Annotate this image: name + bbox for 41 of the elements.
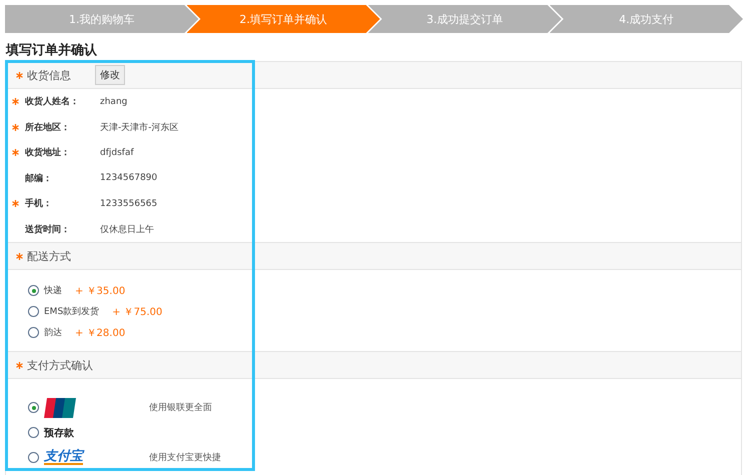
radio-button[interactable] [28, 285, 39, 296]
radio-button[interactable] [28, 402, 39, 413]
radio-button[interactable] [28, 452, 39, 463]
field-label: 所在地区： [25, 121, 71, 134]
field-value: 1234567890 [100, 173, 158, 184]
field-value: 仅休息日上午 [100, 224, 154, 236]
radio-button[interactable] [28, 306, 39, 317]
card-logo-icon [44, 398, 76, 418]
payment-logo[interactable]: 支付宝 [44, 450, 83, 465]
option-label[interactable]: 预存款 [44, 426, 74, 440]
option-label[interactable]: EMS款到发货 [44, 305, 100, 318]
field-value: zhang [100, 96, 128, 107]
progress-step: 3.成功提交订单 [368, 5, 562, 33]
progress-step: 1.我的购物车 [5, 5, 198, 33]
section-title: 配送方式 [27, 248, 71, 264]
price: + ￥35.00 [75, 284, 126, 298]
required-icon [16, 362, 23, 368]
radio-button[interactable] [28, 427, 39, 438]
option-note: 使用银联更全面 [149, 402, 212, 414]
required-icon [16, 72, 23, 78]
field-label: 送货时间： [25, 223, 71, 236]
price: + ￥28.00 [75, 326, 126, 340]
section-title: 支付方式确认 [27, 358, 93, 372]
field-label: 邮编： [25, 172, 53, 185]
field-value: 天津-天津市-河东区 [100, 122, 178, 134]
field-label: 收货地址： [25, 146, 71, 160]
progress-step: 2.填写订单并确认 [186, 5, 380, 33]
price: + ￥75.00 [112, 306, 162, 318]
field-label: 收货人姓名： [25, 96, 80, 108]
page-title: 填写订单并确认 [6, 42, 98, 59]
field-value: 1233556565 [100, 198, 158, 209]
edit-button[interactable]: 修改 [95, 65, 125, 85]
option-note: 使用支付宝更快捷 [149, 452, 221, 464]
radio-button[interactable] [28, 327, 39, 338]
field-value: dfjdsfaf [100, 148, 134, 158]
progress-step: 4.成功支付 [550, 5, 743, 33]
option-label[interactable]: 快递 [44, 284, 62, 297]
section-title: 收货信息 [27, 68, 71, 82]
field-label: 手机： [25, 197, 53, 210]
required-icon [16, 252, 23, 260]
option-label[interactable]: 韵达 [44, 326, 62, 339]
